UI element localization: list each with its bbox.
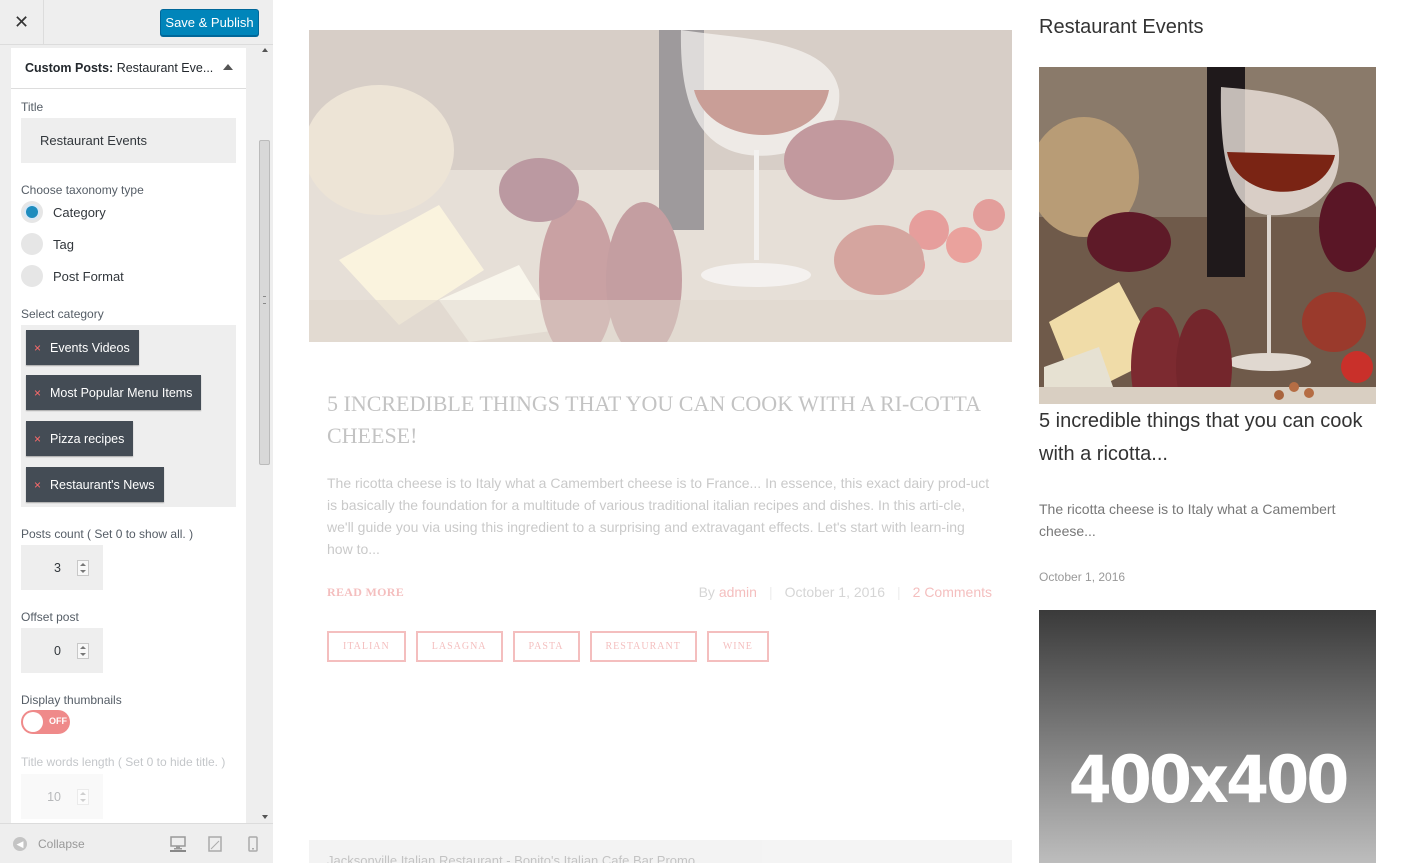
- remove-icon[interactable]: ×: [34, 341, 41, 355]
- category-chip-label: Events Videos: [50, 340, 130, 355]
- customizer-topbar: ✕ Save & Publish: [0, 0, 273, 45]
- radio-button[interactable]: [21, 201, 43, 223]
- radio-tag[interactable]: Tag: [21, 232, 74, 256]
- title-words-value: 10: [47, 789, 61, 804]
- title-input[interactable]: [21, 118, 236, 163]
- radio-label: Category: [53, 204, 106, 220]
- meta-separator: |: [768, 584, 773, 600]
- category-chip[interactable]: × Events Videos: [26, 330, 139, 365]
- collapse-button[interactable]: ◀ Collapse: [13, 837, 85, 851]
- radio-button[interactable]: [21, 265, 43, 287]
- thumbnails-toggle[interactable]: OFF: [21, 710, 70, 734]
- category-chip[interactable]: × Restaurant's News: [26, 467, 164, 502]
- panel-header[interactable]: Custom Posts: Restaurant Eve...: [11, 48, 246, 89]
- meta-separator: |: [897, 584, 901, 600]
- video-bar[interactable]: Jacksonville Italian Restaurant - Bonito…: [309, 840, 1012, 863]
- tag-pasta[interactable]: PASTA: [512, 631, 580, 662]
- posts-count-stepper[interactable]: 3: [21, 545, 103, 590]
- read-more-link[interactable]: READ MORE: [327, 585, 404, 600]
- select-category-label: Select category: [21, 307, 104, 321]
- post-excerpt: The ricotta cheese is to Italy what a Ca…: [327, 475, 990, 557]
- radio-label: Post Format: [53, 268, 124, 284]
- radio-post-format[interactable]: Post Format: [21, 264, 124, 288]
- placeholder-image[interactable]: 400x400: [1039, 610, 1376, 863]
- category-chip-label: Restaurant's News: [50, 477, 155, 492]
- category-multiselect[interactable]: × Events Videos × Most Popular Menu Item…: [21, 325, 236, 507]
- remove-icon[interactable]: ×: [34, 386, 41, 400]
- taxonomy-label: Choose taxonomy type: [21, 183, 144, 197]
- author-link[interactable]: admin: [719, 584, 757, 600]
- posts-count-label: Posts count ( Set 0 to show all. ): [21, 527, 194, 541]
- stepper-arrows-icon[interactable]: [77, 788, 89, 805]
- category-chip-label: Pizza recipes: [50, 431, 125, 446]
- thumbnails-label: Display thumbnails: [21, 693, 122, 707]
- customizer-footer: ◀ Collapse: [0, 823, 273, 863]
- toggle-knob: [23, 712, 43, 732]
- widget-post-title[interactable]: 5 incredible things that you can cook wi…: [1039, 405, 1377, 471]
- widget-post-date: October 1, 2016: [1039, 570, 1126, 584]
- radio-label: Tag: [53, 236, 74, 252]
- customizer-sidebar: ✕ Save & Publish Custom Posts: Restauran…: [0, 0, 273, 863]
- collapse-label: Collapse: [38, 837, 85, 851]
- site-preview: 5 INCREDIBLE THINGS THAT YOU CAN COOK WI…: [274, 0, 1411, 863]
- panel-header-prefix: Custom Posts:: [25, 61, 114, 75]
- offset-stepper[interactable]: 0: [21, 628, 103, 673]
- remove-icon[interactable]: ×: [34, 432, 41, 446]
- tag-wine[interactable]: WINE: [706, 631, 769, 662]
- mobile-preview-icon[interactable]: [248, 836, 264, 852]
- stepper-arrows-icon[interactable]: [77, 559, 89, 576]
- tag-restaurant[interactable]: RESTAURANT: [589, 631, 697, 662]
- panel-header-title: Restaurant Eve...: [116, 61, 214, 75]
- desktop-preview-icon[interactable]: [170, 836, 186, 852]
- post-title[interactable]: 5 INCREDIBLE THINGS THAT YOU CAN COOK WI…: [327, 388, 992, 452]
- title-words-stepper[interactable]: 10: [21, 774, 103, 819]
- post-meta: READ MORE By admin | October 1, 2016 | 2…: [327, 584, 992, 604]
- customizer-screen: ✕ Save & Publish Custom Posts: Restauran…: [0, 0, 1411, 863]
- featured-image[interactable]: [309, 30, 1012, 342]
- scroll-up-icon[interactable]: [262, 48, 268, 52]
- category-chip[interactable]: × Pizza recipes: [26, 421, 134, 456]
- stepper-arrows-icon[interactable]: [77, 642, 89, 659]
- offset-value: 0: [54, 643, 61, 658]
- title-words-label: Title words length ( Set 0 to hide title…: [21, 755, 226, 769]
- save-publish-button[interactable]: Save & Publish: [160, 9, 259, 36]
- radio-category[interactable]: Category: [21, 200, 106, 224]
- widget-post-excerpt: The ricotta cheese is to Italy what a Ca…: [1039, 501, 1336, 539]
- radio-button[interactable]: [21, 233, 43, 255]
- posts-count-value: 3: [54, 560, 61, 575]
- title-label: Title: [21, 100, 44, 114]
- tag-italian[interactable]: ITALIAN: [327, 631, 406, 662]
- scroll-down-icon[interactable]: [262, 815, 268, 819]
- collapse-arrow-icon[interactable]: [223, 64, 233, 70]
- close-icon: ✕: [13, 12, 30, 32]
- panel-scrollbar[interactable]: [257, 45, 273, 823]
- post-tags: ITALIAN LASAGNA PASTA RESTAURANT WINE: [327, 631, 769, 662]
- offset-label: Offset post: [21, 610, 79, 624]
- by-label: By: [698, 584, 715, 600]
- toggle-state: OFF: [49, 716, 67, 726]
- widget-post-image[interactable]: [1039, 67, 1376, 404]
- comments-link[interactable]: 2 Comments: [913, 584, 992, 600]
- category-chip[interactable]: × Most Popular Menu Items: [26, 375, 202, 410]
- close-button[interactable]: ✕: [0, 0, 44, 45]
- widget-title: Restaurant Events: [1039, 16, 1204, 38]
- placeholder-text: 400x400: [1068, 740, 1350, 818]
- video-title: Jacksonville Italian Restaurant - Bonito…: [327, 853, 696, 863]
- tablet-preview-icon[interactable]: [208, 836, 224, 852]
- post-date: October 1, 2016: [784, 584, 885, 600]
- scroll-thumb[interactable]: [259, 140, 270, 465]
- collapse-icon: ◀: [13, 837, 27, 851]
- category-chip-label: Most Popular Menu Items: [50, 385, 193, 400]
- widget-settings-panel: Custom Posts: Restaurant Eve... Title Ch…: [11, 48, 246, 823]
- tag-lasagna[interactable]: LASAGNA: [415, 631, 503, 662]
- remove-icon[interactable]: ×: [34, 478, 41, 492]
